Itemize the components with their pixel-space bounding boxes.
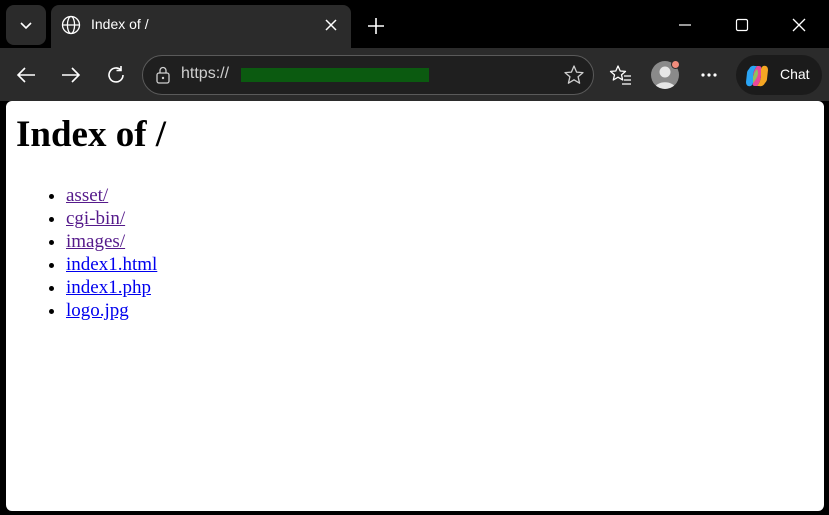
navigation-toolbar: https:// Chat	[0, 48, 829, 101]
entry-link-images[interactable]: images/	[66, 231, 125, 252]
favorites-icon	[609, 65, 631, 85]
profile-notification-dot	[671, 60, 680, 69]
list-item: asset/	[66, 184, 157, 207]
minimize-button[interactable]	[670, 10, 700, 40]
directory-listing: asset/ cgi-bin/ images/ index1.html inde…	[26, 184, 157, 322]
list-item: logo.jpg	[66, 299, 157, 322]
tab-close-button[interactable]	[321, 15, 341, 35]
copilot-icon	[746, 65, 768, 87]
favorites-button[interactable]	[606, 60, 636, 90]
entry-link-asset[interactable]: asset/	[66, 185, 108, 206]
tab-actions-button[interactable]	[6, 5, 46, 45]
back-arrow-icon	[16, 67, 35, 83]
chevron-down-icon	[20, 22, 32, 30]
more-button[interactable]	[694, 60, 724, 90]
entry-link-index1-html[interactable]: index1.html	[66, 254, 157, 275]
plus-icon	[368, 18, 384, 34]
list-item: cgi-bin/	[66, 207, 157, 230]
address-url-text: https://	[181, 65, 230, 82]
list-item: index1.html	[66, 253, 157, 276]
address-bar[interactable]: https://	[142, 55, 594, 95]
forward-arrow-icon	[62, 67, 81, 83]
entry-link-logo-jpg[interactable]: logo.jpg	[66, 300, 129, 321]
refresh-icon	[108, 66, 124, 83]
refresh-button[interactable]	[101, 60, 131, 90]
browser-window: Index of / https:// Chat Index of / • as…	[0, 0, 829, 515]
site-info-icon[interactable]	[153, 65, 173, 85]
new-tab-button[interactable]	[362, 12, 390, 40]
entry-link-index1-php[interactable]: index1.php	[66, 277, 151, 298]
page-title: Index of /	[16, 114, 167, 155]
close-icon	[325, 19, 337, 31]
tab-title: Index of /	[91, 16, 149, 32]
favorite-star-icon[interactable]	[563, 64, 585, 86]
window-close-icon	[792, 18, 806, 32]
page-viewport: Index of / asset/ cgi-bin/ images/ index…	[6, 101, 824, 511]
globe-icon	[61, 15, 81, 35]
forward-button[interactable]	[56, 60, 86, 90]
window-close-button[interactable]	[784, 10, 814, 40]
more-icon	[701, 73, 717, 77]
entry-link-cgi-bin[interactable]: cgi-bin/	[66, 208, 125, 229]
back-button[interactable]	[11, 60, 41, 90]
copilot-chat-button[interactable]: Chat	[736, 55, 822, 95]
chat-label: Chat	[780, 66, 810, 82]
maximize-button[interactable]	[727, 10, 757, 40]
tab-strip: Index of /	[0, 0, 829, 48]
active-tab[interactable]: Index of /	[51, 5, 351, 48]
list-item: images/	[66, 230, 157, 253]
maximize-icon	[735, 18, 749, 32]
url-redaction	[241, 68, 429, 82]
minimize-icon	[679, 24, 691, 26]
list-item: index1.php	[66, 276, 157, 299]
